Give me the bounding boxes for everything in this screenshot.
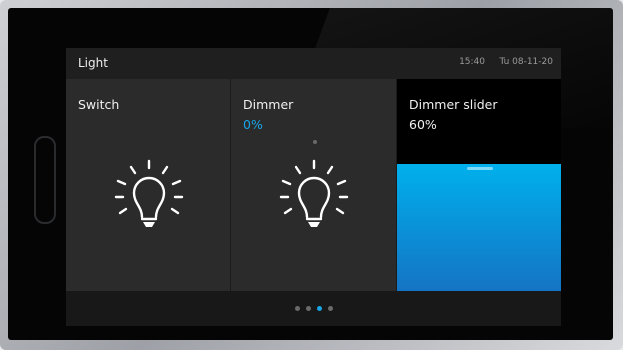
dimmer-slider-tile[interactable]: Dimmer slider 60% (397, 79, 561, 291)
device-bezel: Light 15:40 Tu 08-11-20 Switch Dimmer 0%… (8, 8, 613, 340)
switch-label: Switch (78, 97, 120, 112)
dimmer-value: 0% (243, 117, 263, 132)
page-indicator (66, 306, 561, 311)
slider-track[interactable] (397, 79, 561, 291)
page-title: Light (78, 56, 108, 70)
bulb-icon (114, 159, 184, 227)
screen: Light 15:40 Tu 08-11-20 Switch Dimmer 0%… (66, 48, 561, 326)
clock-date: Tu 08-11-20 (499, 57, 553, 67)
header-bar: Light 15:40 Tu 08-11-20 (66, 48, 561, 79)
slider-fill (397, 163, 561, 291)
slider-handle[interactable] (467, 166, 493, 170)
switch-tile[interactable]: Switch (66, 79, 230, 291)
wall-panel-device: Light 15:40 Tu 08-11-20 Switch Dimmer 0%… (0, 0, 623, 350)
side-button[interactable] (34, 136, 56, 224)
page-dot[interactable] (327, 306, 333, 311)
page-dot[interactable] (294, 306, 300, 311)
dimmer-indicator-dot (313, 140, 317, 144)
footer-bar (66, 291, 561, 326)
dimmer-tile[interactable]: Dimmer 0% (231, 79, 396, 291)
bulb-icon (279, 159, 349, 227)
page-dot[interactable] (305, 306, 311, 311)
clock-time: 15:40 (459, 57, 485, 67)
dimmer-label: Dimmer (243, 97, 294, 112)
page-dot-active[interactable] (316, 306, 322, 311)
